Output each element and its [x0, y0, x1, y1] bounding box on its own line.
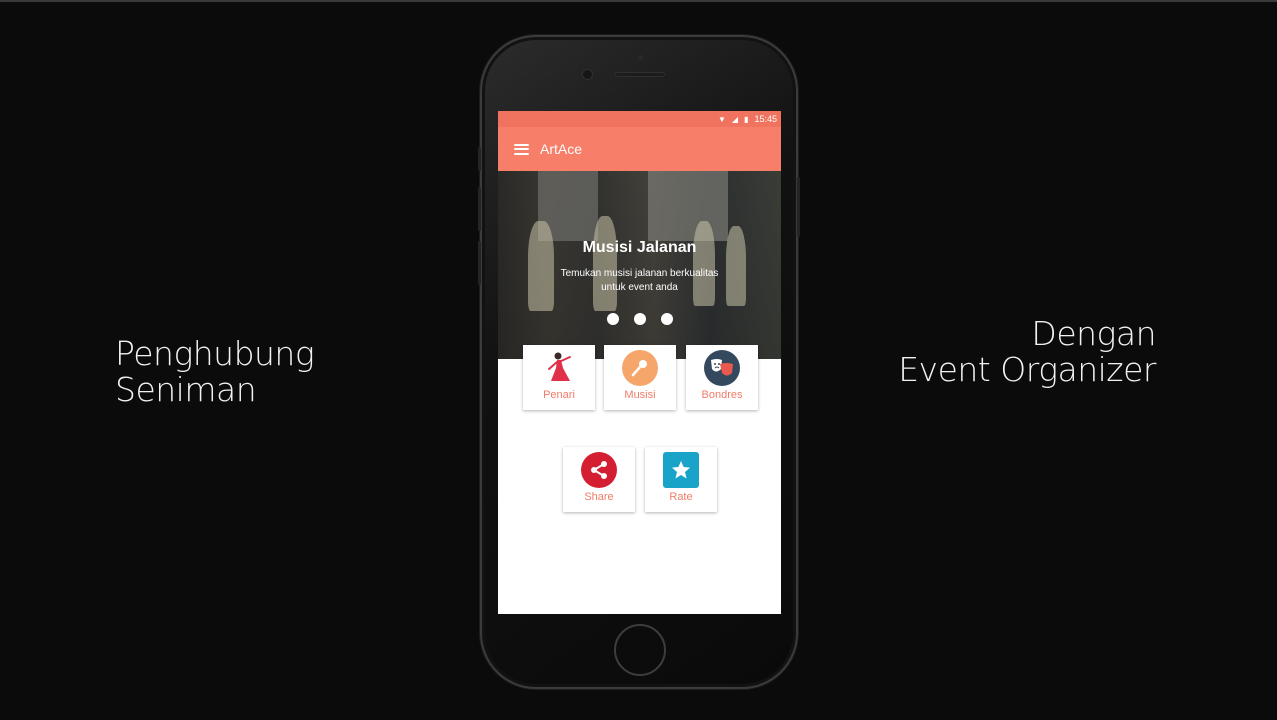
home-button[interactable]: [614, 624, 666, 676]
carousel-dot[interactable]: [606, 313, 619, 325]
microphone-icon: [622, 350, 658, 386]
top-divider: [0, 0, 1277, 2]
phone-volume-up: [478, 187, 481, 231]
rate-tile[interactable]: Rate: [645, 447, 717, 512]
hero-title: Musisi Jalanan: [582, 239, 697, 256]
dancer-icon: [541, 350, 577, 386]
status-bar: ▼ ◢ ▮ 15:45: [498, 111, 781, 127]
category-musisi-tile[interactable]: Musisi: [604, 345, 676, 410]
category-penari-tile[interactable]: Penari: [523, 345, 595, 410]
hero-banner[interactable]: Musisi Jalanan Temukan musisi jalanan be…: [498, 171, 781, 359]
action-label: Share: [584, 491, 614, 503]
theater-masks-icon: [704, 350, 740, 386]
battery-icon: ▮: [744, 114, 749, 124]
app-screen: ▼ ◢ ▮ 15:45 ArtAce Musisi Jalanan Temuka…: [498, 111, 781, 614]
proximity-sensor: [638, 55, 643, 60]
carousel-dot[interactable]: [633, 313, 646, 325]
hero-text: Musisi Jalanan Temukan musisi jalanan be…: [498, 239, 781, 295]
caption-right: Dengan Event Organizer: [898, 316, 1156, 388]
hamburger-menu-icon[interactable]: [514, 143, 529, 155]
signal-icon: ◢: [731, 114, 739, 124]
earpiece-speaker: [615, 72, 665, 77]
caption-right-line-2: Event Organizer: [898, 350, 1156, 389]
category-label: Penari: [543, 389, 575, 401]
caption-left-line-2: Seniman: [115, 370, 257, 409]
category-label: Musisi: [624, 389, 656, 401]
hero-subtitle: Temukan musisi jalanan berkualitas untuk…: [560, 268, 719, 293]
status-time: 15:45: [754, 114, 777, 124]
front-camera: [582, 69, 593, 80]
action-label: Rate: [669, 491, 693, 503]
star-icon: [663, 452, 699, 488]
hero-photo-building: [648, 171, 728, 241]
app-title: ArtAce: [540, 141, 583, 157]
carousel-dot[interactable]: [660, 313, 673, 325]
phone-power-button: [797, 177, 800, 237]
caption-left-line-1: Penghubung: [115, 334, 315, 373]
phone-volume-down: [478, 241, 481, 285]
wifi-icon: ▼: [717, 114, 726, 124]
share-tile[interactable]: Share: [563, 447, 635, 512]
category-label: Bondres: [701, 389, 743, 401]
phone-mockup: ▼ ◢ ▮ 15:45 ArtAce Musisi Jalanan Temuka…: [478, 35, 800, 689]
category-bondres-tile[interactable]: Bondres: [686, 345, 758, 410]
phone-mute-switch: [478, 147, 481, 171]
carousel-indicators: [498, 313, 781, 325]
caption-left: Penghubung Seniman: [115, 334, 315, 409]
caption-right-line-1: Dengan: [1031, 314, 1156, 353]
app-bar: ArtAce: [498, 127, 781, 171]
share-icon: [581, 452, 617, 488]
